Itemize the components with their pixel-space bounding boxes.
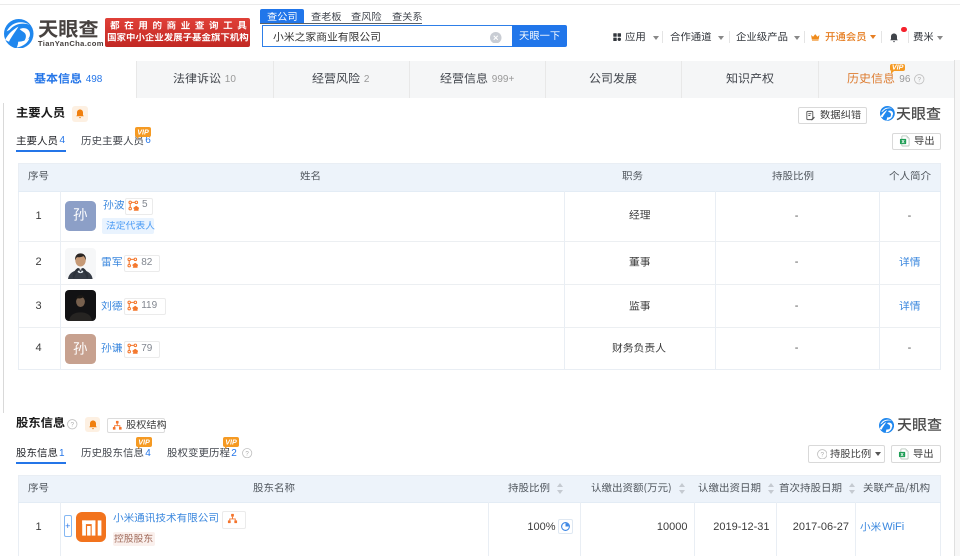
- svg-text:VIP: VIP: [137, 127, 149, 136]
- svg-text:?: ?: [246, 450, 250, 457]
- svg-text:VIP: VIP: [226, 437, 238, 446]
- svg-text:?: ?: [70, 422, 74, 429]
- svg-text:?: ?: [820, 451, 824, 458]
- svg-text:?: ?: [918, 76, 922, 83]
- svg-text:VIP: VIP: [138, 437, 150, 446]
